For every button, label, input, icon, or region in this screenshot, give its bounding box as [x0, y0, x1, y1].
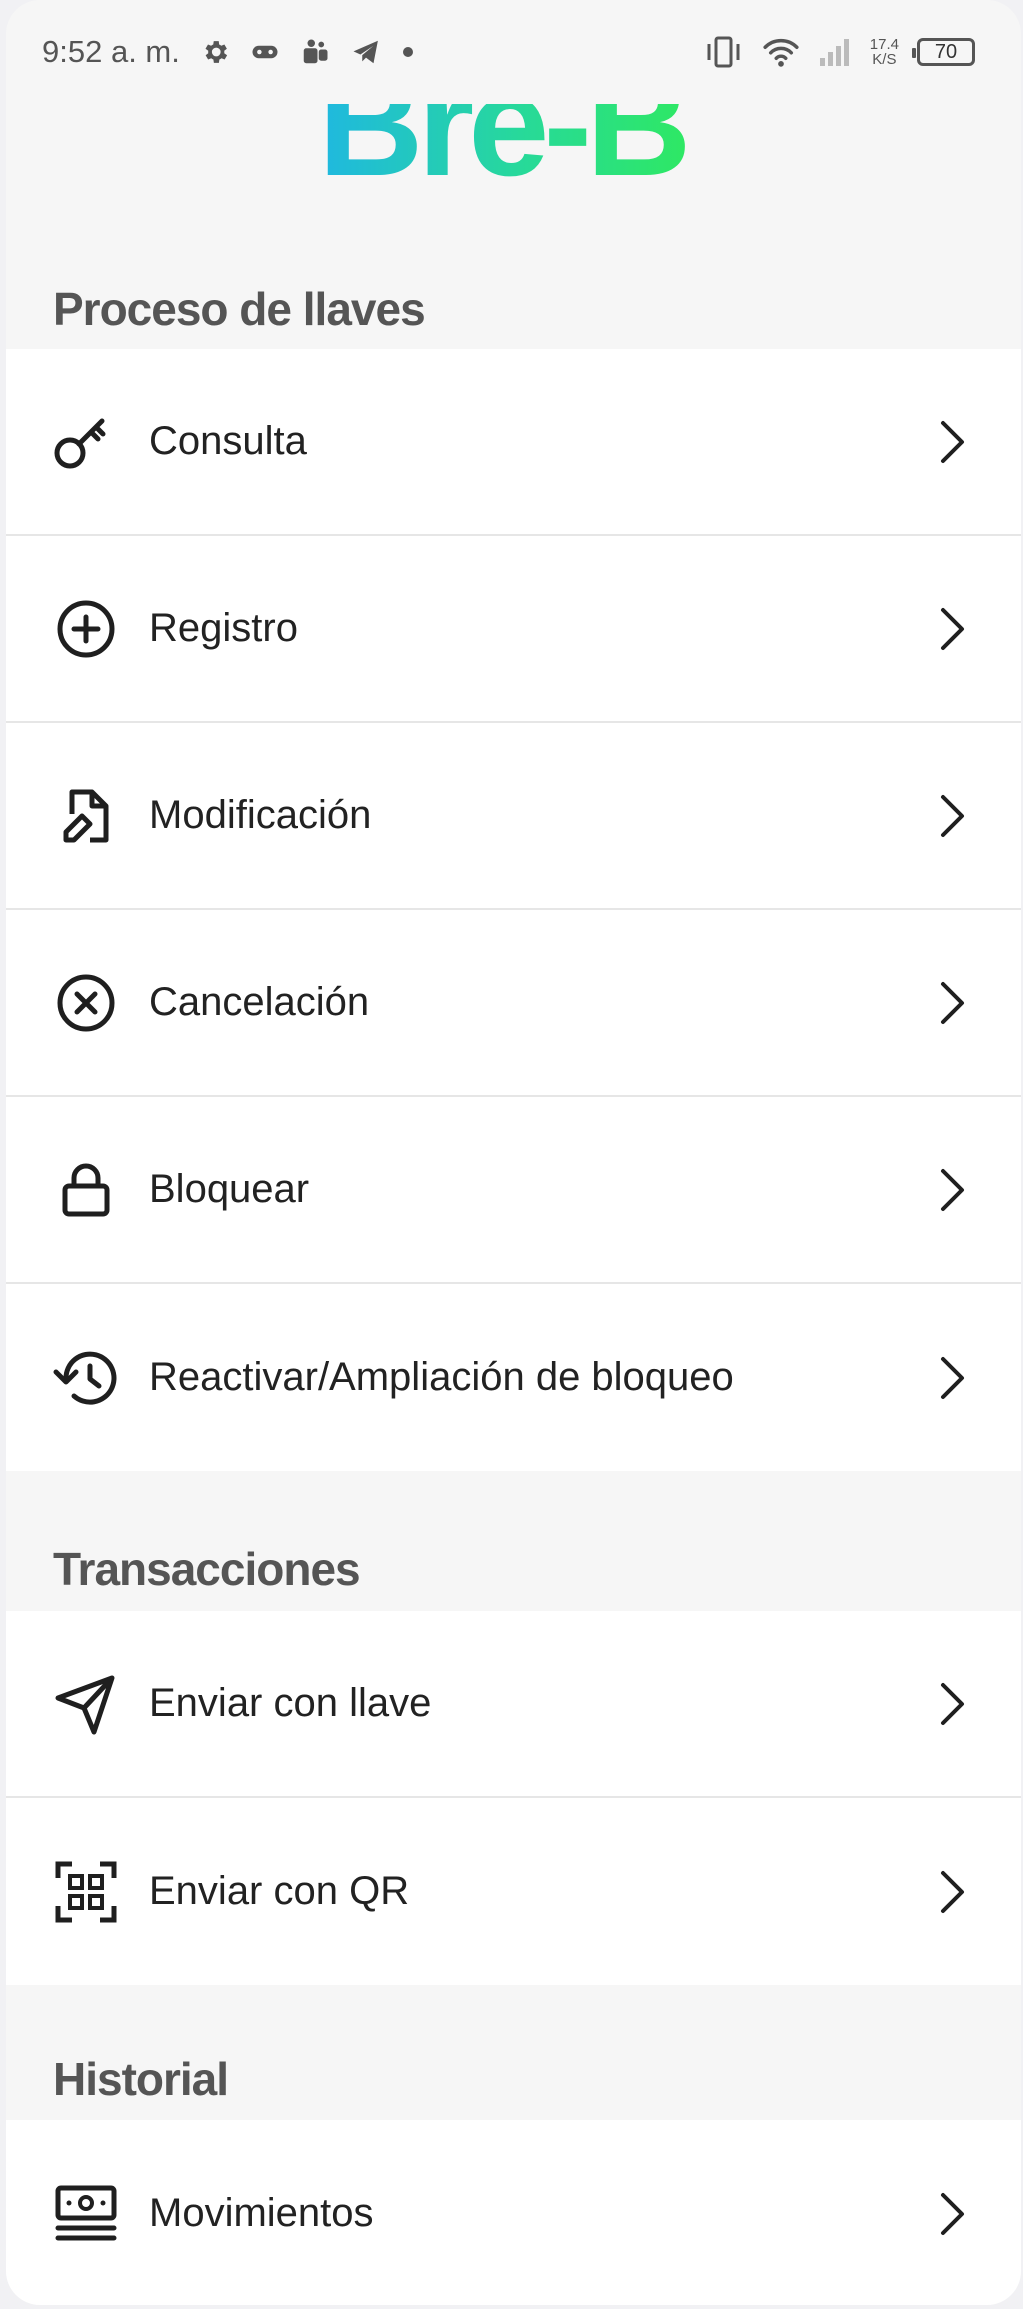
gamepad-icon: [250, 37, 280, 67]
menu-item-reactivar[interactable]: Reactivar/Ampliación de bloqueo: [6, 1284, 1021, 1471]
signal-icon: [818, 36, 852, 68]
menu-item-label: Reactivar/Ampliación de bloqueo: [149, 1355, 734, 1399]
chevron-right-icon: [933, 2189, 973, 2239]
history-list: Movimientos: [6, 2120, 1021, 2305]
app-screen: 9:52 a. m. 17.4 K/S 70 Bre-B Proceso de …: [6, 0, 1021, 2305]
qr-scan-icon: [50, 1856, 122, 1928]
dot-icon: [402, 46, 414, 58]
chevron-right-icon: [933, 1165, 973, 1215]
menu-item-label: Enviar con llave: [149, 1681, 432, 1725]
teams-icon: [300, 37, 330, 67]
menu-item-enviar-llave[interactable]: Enviar con llave: [6, 1611, 1021, 1798]
chevron-right-icon: [933, 978, 973, 1028]
key-icon: [50, 406, 122, 478]
section-title-history: Historial: [53, 2053, 229, 2105]
network-speed: 17.4 K/S: [869, 36, 899, 68]
battery-icon: 70: [912, 38, 975, 66]
transactions-list: Enviar con llave Enviar con QR: [6, 1611, 1021, 1985]
cancel-circle-icon: [50, 967, 122, 1039]
chevron-right-icon: [933, 1679, 973, 1729]
menu-item-consulta[interactable]: Consulta: [6, 349, 1021, 536]
section-title-transactions: Transacciones: [53, 1543, 361, 1595]
section-title-keys: Proceso de llaves: [53, 283, 426, 335]
history-icon: [50, 1342, 122, 1414]
chevron-right-icon: [933, 791, 973, 841]
chevron-right-icon: [933, 1353, 973, 1403]
menu-item-enviar-qr[interactable]: Enviar con QR: [6, 1798, 1021, 1985]
status-bar: 9:52 a. m. 17.4 K/S 70: [6, 0, 1021, 104]
menu-item-label: Bloquear: [149, 1167, 310, 1211]
menu-item-label: Registro: [149, 606, 298, 650]
menu-item-label: Movimientos: [149, 2191, 374, 2235]
chevron-right-icon: [933, 1867, 973, 1917]
keys-list: Consulta Registro Modificación Cancelaci…: [6, 349, 1021, 1471]
edit-document-icon: [50, 780, 122, 852]
menu-item-label: Cancelación: [149, 980, 370, 1024]
brand-logo: Bre-B: [318, 104, 692, 198]
chevron-right-icon: [933, 417, 973, 467]
chevron-right-icon: [933, 604, 973, 654]
menu-item-movimientos[interactable]: Movimientos: [6, 2120, 1021, 2305]
menu-item-label: Consulta: [149, 419, 307, 463]
gear-icon: [200, 37, 230, 67]
add-circle-icon: [50, 593, 122, 665]
menu-item-label: Modificación: [149, 793, 372, 837]
menu-item-cancelacion[interactable]: Cancelación: [6, 910, 1021, 1097]
money-icon: [50, 2178, 122, 2250]
send-icon: [50, 1668, 122, 1740]
menu-item-registro[interactable]: Registro: [6, 536, 1021, 723]
status-time: 9:52 a. m.: [42, 34, 180, 69]
wifi-icon: [762, 36, 800, 68]
vibrate-icon: [704, 35, 744, 69]
lock-icon: [50, 1154, 122, 1226]
menu-item-label: Enviar con QR: [149, 1869, 410, 1913]
battery-level: 70: [934, 40, 958, 63]
menu-item-modificacion[interactable]: Modificación: [6, 723, 1021, 910]
menu-item-bloquear[interactable]: Bloquear: [6, 1097, 1021, 1284]
telegram-icon: [350, 37, 382, 67]
